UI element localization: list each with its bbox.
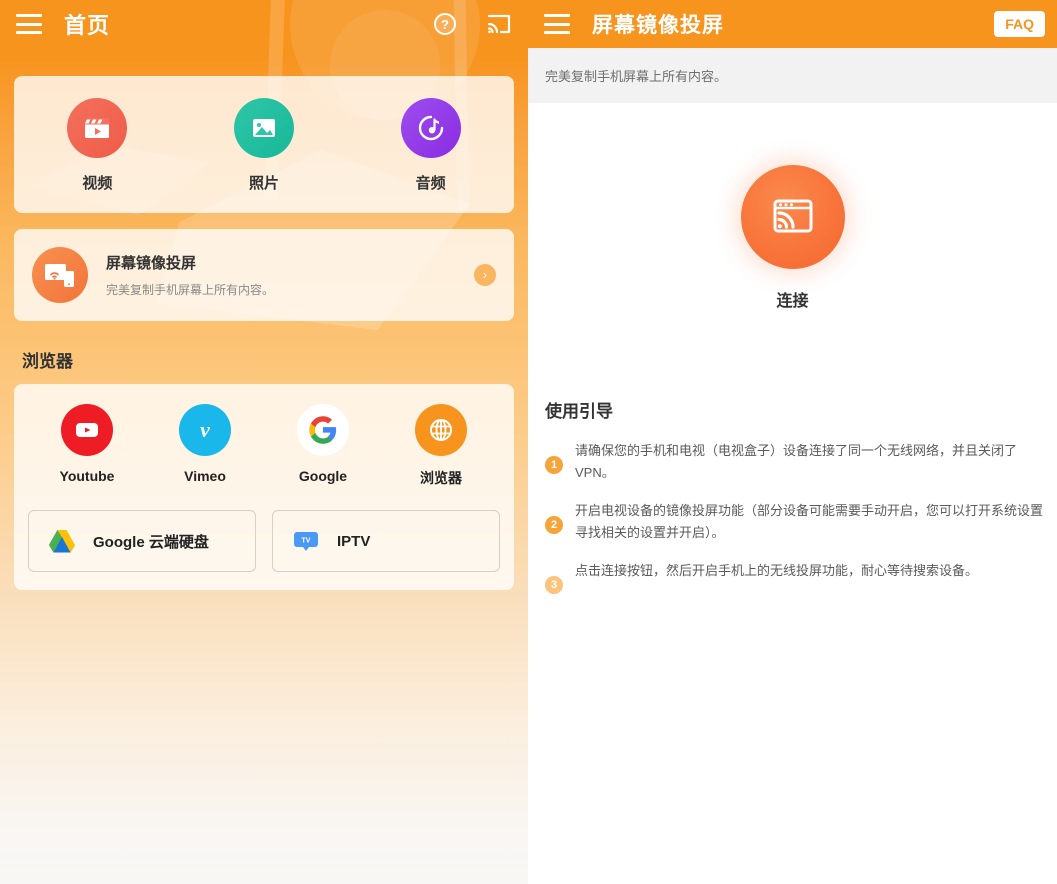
step-text: 点击连接按钮，然后开启手机上的无线投屏功能，耐心等待搜索设备。: [575, 563, 979, 578]
screen-mirror-icon: [32, 247, 88, 303]
vimeo-icon: v: [179, 404, 231, 456]
browser-item-label: Youtube: [59, 468, 115, 484]
svg-text:TV: TV: [302, 538, 311, 545]
page-title: 屏幕镜像投屏: [592, 14, 724, 37]
svg-text:v: v: [200, 417, 210, 442]
mirror-topbar: 屏幕镜像投屏 FAQ: [528, 0, 1057, 48]
guide-list: 1 请确保您的手机和电视（电视盒子）设备连接了同一个无线网络，并且关闭了VPN。…: [545, 440, 1043, 594]
media-item-video[interactable]: 视频: [14, 98, 181, 193]
step-number-badge: 3: [545, 576, 563, 594]
step-number-badge: 2: [545, 516, 563, 534]
step-text: 开启电视设备的镜像投屏功能（部分设备可能需要手动开启，您可以打开系统设置寻找相关…: [575, 503, 1044, 540]
hamburger-menu-icon[interactable]: [16, 14, 42, 34]
music-note-icon: [400, 98, 461, 158]
browser-section-title: 浏览器: [22, 352, 73, 371]
hamburger-menu-icon[interactable]: [544, 14, 570, 34]
youtube-icon: [61, 404, 113, 456]
photo-image-icon: [234, 98, 294, 158]
video-clapper-icon: [67, 98, 128, 158]
step-number-badge: 1: [545, 456, 563, 474]
pill-row: Google 云端硬盘 TV IPTV: [28, 510, 500, 572]
guide-step: 1 请确保您的手机和电视（电视盒子）设备连接了同一个无线网络，并且关闭了VPN。: [545, 440, 1043, 484]
cast-icon[interactable]: [486, 13, 512, 35]
pill-iptv[interactable]: TV IPTV: [272, 510, 500, 572]
screen-mirror-subtitle: 完美复制手机屏幕上所有内容。: [106, 283, 275, 297]
media-item-label: 视频: [82, 175, 113, 192]
google-icon: [297, 404, 349, 456]
page-title: 首页: [64, 13, 111, 38]
home-panel: 首页 ? 视频 照片 音频 屏幕镜像投屏 完美复制手机屏幕上所有内容。 › 浏览…: [0, 0, 528, 884]
screen-mirror-title: 屏幕镜像投屏: [106, 255, 197, 272]
help-icon[interactable]: ?: [434, 13, 456, 35]
google-drive-icon: [47, 526, 77, 556]
pill-label: IPTV: [337, 532, 371, 550]
browser-item-vimeo[interactable]: v Vimeo: [146, 404, 264, 488]
browser-item-youtube[interactable]: Youtube: [28, 404, 146, 488]
chevron-right-icon[interactable]: ›: [474, 264, 496, 286]
browser-item-browser[interactable]: 浏览器: [382, 404, 500, 488]
browser-item-label: Google: [298, 468, 348, 484]
mirror-subtitle: 完美复制手机屏幕上所有内容。: [528, 48, 1057, 103]
media-item-label: 音频: [415, 175, 446, 192]
home-topbar: 首页 ?: [0, 0, 528, 48]
connect-zone: 连接: [528, 165, 1057, 311]
media-item-audio[interactable]: 音频: [347, 98, 514, 193]
screen-mirror-panel: 屏幕镜像投屏 FAQ 完美复制手机屏幕上所有内容。 连接 使用引导 1 请确保您…: [528, 0, 1057, 884]
pill-label: Google 云端硬盘: [93, 533, 209, 551]
app-root: 首页 ? 视频 照片 音频 屏幕镜像投屏 完美复制手机屏幕上所有内容。 › 浏览…: [0, 0, 1057, 884]
pill-google-drive[interactable]: Google 云端硬盘: [28, 510, 256, 572]
screen-mirror-texts: 屏幕镜像投屏 完美复制手机屏幕上所有内容。: [106, 252, 474, 298]
tv-icon: TV: [291, 526, 321, 556]
media-item-photo[interactable]: 照片: [181, 98, 348, 193]
browser-card: Youtube v Vimeo Google 浏览器 Google 云端硬盘 T…: [14, 384, 514, 590]
browser-item-label: 浏览器: [420, 470, 462, 486]
faq-button[interactable]: FAQ: [994, 11, 1045, 37]
browser-item-google[interactable]: Google: [264, 404, 382, 488]
media-item-label: 照片: [249, 175, 280, 192]
connect-label: 连接: [776, 293, 809, 310]
connect-button[interactable]: [740, 165, 845, 269]
step-text: 请确保您的手机和电视（电视盒子）设备连接了同一个无线网络，并且关闭了VPN。: [575, 443, 1018, 480]
browser-row: Youtube v Vimeo Google 浏览器: [28, 404, 500, 488]
globe-icon: [415, 404, 467, 456]
media-shortcuts-card: 视频 照片 音频: [14, 76, 514, 213]
screen-mirror-card[interactable]: 屏幕镜像投屏 完美复制手机屏幕上所有内容。 ›: [14, 229, 514, 321]
guide-step: 2 开启电视设备的镜像投屏功能（部分设备可能需要手动开启，您可以打开系统设置寻找…: [545, 500, 1043, 544]
browser-item-label: Vimeo: [184, 468, 226, 484]
guide-step: 3 点击连接按钮，然后开启手机上的无线投屏功能，耐心等待搜索设备。: [545, 560, 1043, 594]
guide-title: 使用引导: [545, 402, 613, 421]
